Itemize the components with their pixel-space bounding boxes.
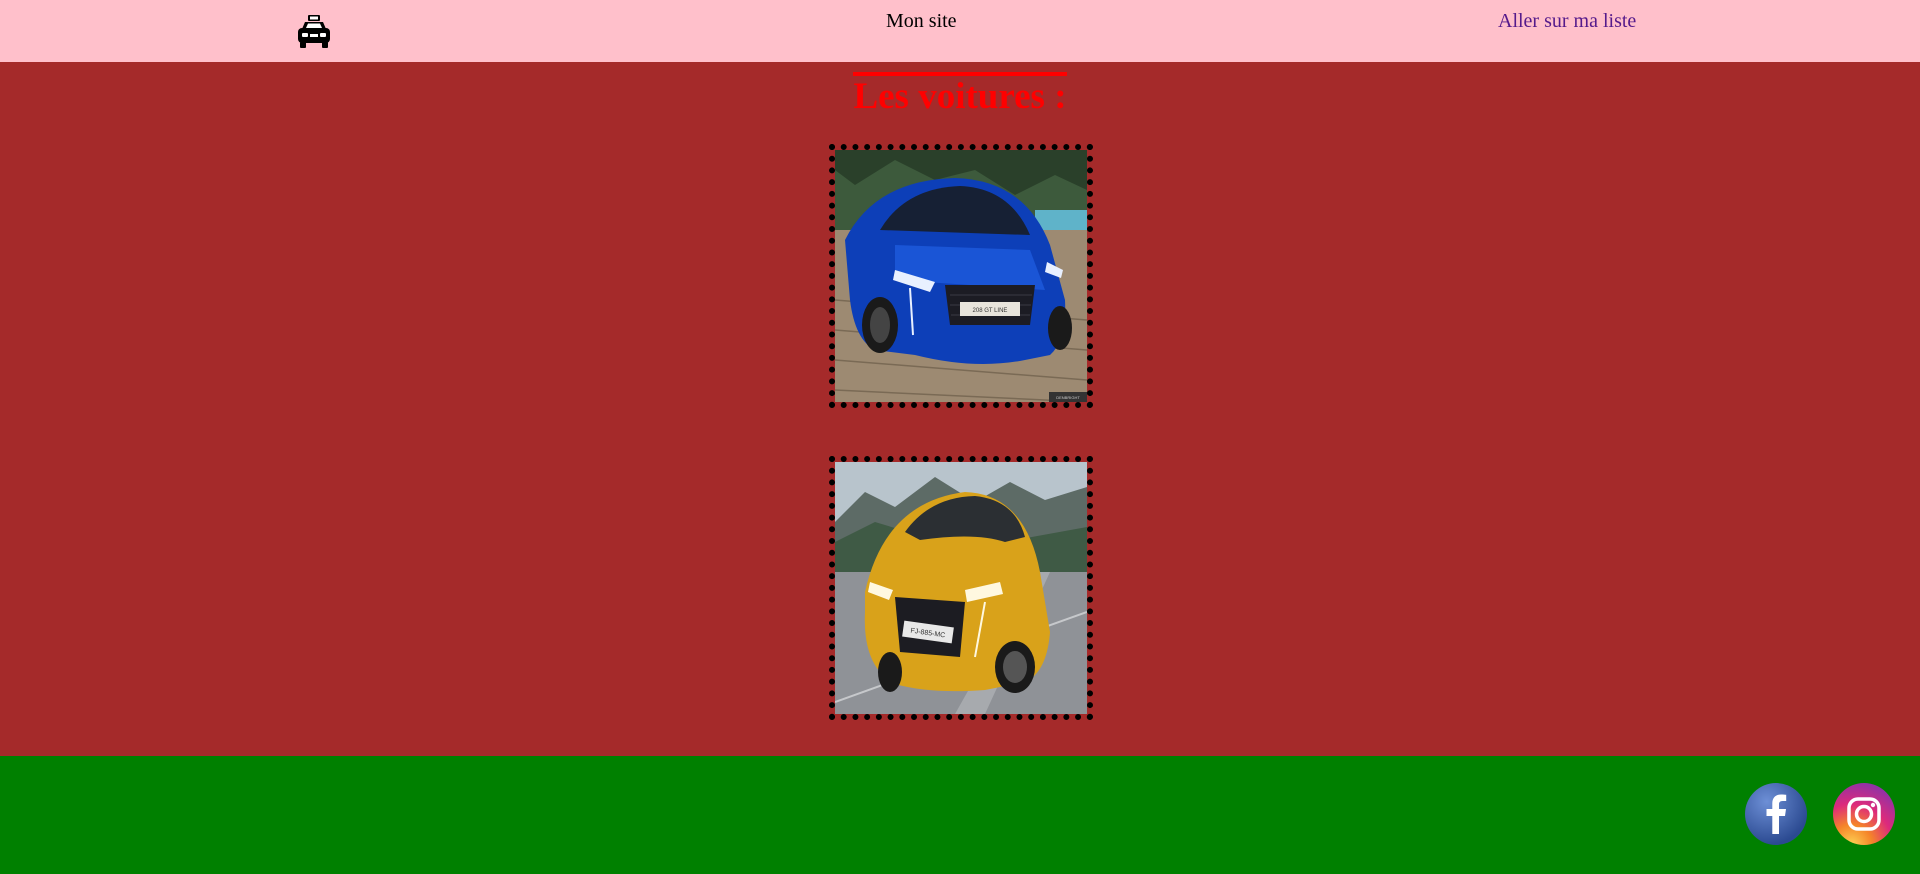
instagram-icon[interactable] <box>1832 782 1896 846</box>
taxi-icon[interactable] <box>296 13 332 51</box>
car-image-frame: 208 GT LINE DENBRIGHT <box>829 144 1093 408</box>
page-title-text: Les voitures : <box>853 72 1067 115</box>
facebook-icon[interactable] <box>1744 782 1808 846</box>
site-title: Mon site <box>886 10 957 32</box>
plate-text: 208 GT LINE <box>973 308 1008 314</box>
page-title: Les voitures : <box>0 72 1920 115</box>
top-navbar: Mon site Aller sur ma liste <box>0 0 1920 62</box>
main-content: Les voitures : 208 GT LINE DENBRIGHT FJ-… <box>0 62 1920 756</box>
watermark-text: DENBRIGHT <box>1056 395 1080 400</box>
car-image-frame: FJ-885-MC <box>829 456 1093 720</box>
yellow-car-photo: FJ-885-MC <box>835 462 1087 714</box>
blue-car-photo: 208 GT LINE DENBRIGHT <box>835 150 1087 402</box>
footer <box>0 756 1920 874</box>
my-list-link[interactable]: Aller sur ma liste <box>1498 10 1636 33</box>
